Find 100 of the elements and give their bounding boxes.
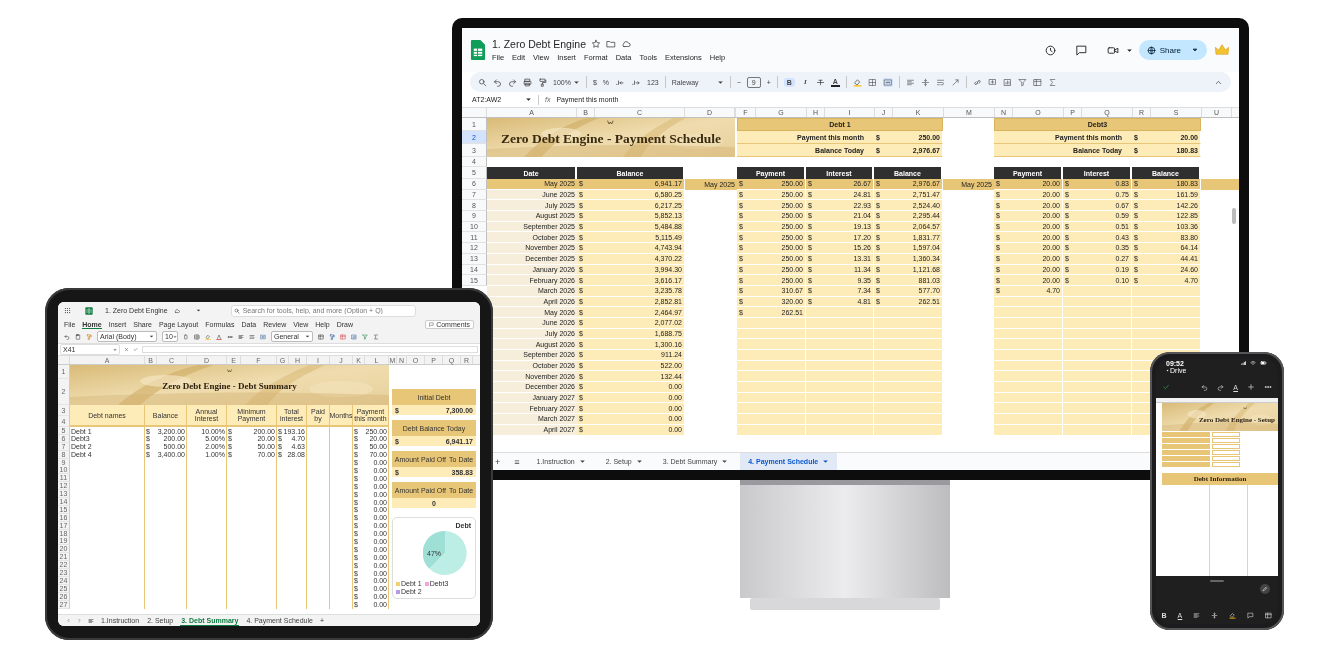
table-cell bbox=[806, 371, 874, 383]
sheet-title: Zero Debt Engine - Payment Schedule bbox=[500, 131, 722, 147]
logo-icon bbox=[225, 369, 234, 375]
sigma-icon[interactable] bbox=[373, 333, 379, 340]
conditional-format-icon[interactable] bbox=[318, 333, 324, 340]
chart-icon[interactable] bbox=[351, 333, 357, 340]
table-cell bbox=[1063, 317, 1132, 329]
table-cell bbox=[994, 328, 1063, 340]
table-cell bbox=[874, 414, 943, 425]
sigma-icon[interactable] bbox=[1047, 77, 1057, 87]
table-cell bbox=[806, 328, 874, 340]
table-cell bbox=[874, 382, 943, 393]
table-cell bbox=[806, 360, 874, 372]
sheet-list-button[interactable]: ≡ bbox=[509, 456, 525, 467]
document-title[interactable]: 1. Zero Debt Engine bbox=[492, 38, 586, 50]
merge-cells-icon[interactable] bbox=[260, 333, 266, 340]
history-icon[interactable] bbox=[1043, 43, 1057, 57]
fill-color-icon[interactable] bbox=[205, 333, 211, 340]
redo-icon[interactable] bbox=[1217, 383, 1225, 391]
check-icon[interactable] bbox=[133, 347, 138, 352]
format-icon[interactable] bbox=[329, 333, 335, 340]
crown-icon[interactable] bbox=[1213, 42, 1231, 58]
merge-cells-icon[interactable] bbox=[882, 77, 893, 87]
app-grid-icon[interactable] bbox=[64, 307, 71, 314]
borders-icon[interactable] bbox=[867, 77, 877, 87]
star-icon[interactable] bbox=[591, 39, 601, 49]
formula-field[interactable] bbox=[142, 346, 478, 353]
chart-icon[interactable] bbox=[1002, 77, 1012, 87]
table-cell bbox=[994, 350, 1063, 361]
text-rotate-icon[interactable] bbox=[950, 77, 960, 87]
font-color-icon[interactable] bbox=[216, 333, 222, 340]
comment-icon[interactable] bbox=[1074, 43, 1088, 57]
caret-icon bbox=[578, 458, 586, 465]
increase-decimal-icon[interactable] bbox=[631, 77, 642, 87]
scrollbar[interactable] bbox=[1232, 208, 1236, 224]
share-button[interactable]: Share bbox=[1138, 40, 1207, 60]
table-cell bbox=[1132, 328, 1201, 340]
clipboard-icon[interactable] bbox=[75, 333, 81, 340]
comment-icon[interactable] bbox=[1247, 611, 1255, 619]
table-cell bbox=[874, 317, 943, 329]
undo-icon[interactable] bbox=[493, 77, 502, 87]
table-cell bbox=[874, 339, 943, 350]
fill-color-icon[interactable] bbox=[1229, 611, 1237, 619]
add-comment-icon[interactable] bbox=[987, 77, 997, 87]
undo-icon[interactable] bbox=[64, 333, 70, 340]
logo-icon bbox=[1243, 407, 1248, 411]
table-cell bbox=[737, 403, 806, 415]
search-icon[interactable] bbox=[478, 77, 487, 87]
print-icon[interactable] bbox=[523, 77, 532, 87]
caret-icon bbox=[721, 458, 729, 465]
filter-icon[interactable] bbox=[362, 333, 368, 340]
table-cell bbox=[737, 328, 806, 340]
decrease-decimal-icon[interactable] bbox=[615, 77, 626, 87]
check-icon[interactable] bbox=[1162, 383, 1170, 391]
link-icon[interactable] bbox=[972, 77, 982, 87]
caret-icon bbox=[716, 78, 724, 86]
cancel-icon[interactable] bbox=[124, 347, 129, 352]
undo-icon[interactable] bbox=[1201, 383, 1209, 391]
caret-icon bbox=[305, 334, 310, 339]
table-cell bbox=[737, 360, 806, 372]
redo-icon[interactable] bbox=[508, 77, 517, 87]
table-cell bbox=[1063, 424, 1132, 436]
borders-icon[interactable] bbox=[194, 333, 200, 340]
table-cell bbox=[874, 350, 943, 361]
align-icon[interactable] bbox=[905, 77, 915, 87]
text-wrap-icon[interactable] bbox=[249, 333, 255, 340]
cloud-icon[interactable] bbox=[173, 307, 180, 314]
folder-icon[interactable] bbox=[606, 39, 616, 49]
filter-icon[interactable] bbox=[1017, 77, 1027, 87]
more-icon[interactable] bbox=[1264, 383, 1272, 391]
paint-format-icon[interactable] bbox=[538, 77, 547, 87]
add-icon[interactable] bbox=[1247, 383, 1255, 391]
add-sheet-button[interactable]: + bbox=[490, 456, 506, 467]
caret-icon bbox=[525, 96, 532, 103]
caret-icon bbox=[1191, 46, 1199, 54]
fill-color-icon[interactable] bbox=[852, 77, 862, 87]
caret-icon bbox=[1125, 46, 1133, 54]
caret-icon bbox=[635, 458, 643, 465]
drag-handle[interactable] bbox=[1210, 580, 1224, 582]
comment-icon bbox=[429, 322, 435, 327]
table-cell bbox=[994, 339, 1063, 350]
table-icon[interactable] bbox=[1032, 77, 1042, 87]
more-icon[interactable] bbox=[227, 333, 233, 340]
spreadsheet-app-icon[interactable] bbox=[470, 39, 486, 61]
table-cell bbox=[994, 392, 1063, 404]
table-cell bbox=[806, 392, 874, 404]
spreadsheet-app-icon[interactable] bbox=[85, 306, 93, 315]
table-cell bbox=[1063, 350, 1132, 361]
align-icon[interactable] bbox=[238, 333, 244, 340]
table-cell bbox=[1063, 328, 1132, 340]
menu-icon[interactable] bbox=[88, 617, 94, 624]
globe-icon bbox=[1146, 45, 1156, 55]
table-cell bbox=[737, 414, 806, 425]
table-cell bbox=[806, 382, 874, 393]
text-wrap-icon[interactable] bbox=[935, 77, 945, 87]
vertical-align-icon[interactable] bbox=[920, 77, 930, 87]
cloud-icon[interactable] bbox=[621, 39, 631, 49]
caret-icon bbox=[822, 458, 830, 465]
pen-icon[interactable] bbox=[1260, 584, 1270, 594]
strikethrough-icon[interactable] bbox=[815, 77, 825, 87]
